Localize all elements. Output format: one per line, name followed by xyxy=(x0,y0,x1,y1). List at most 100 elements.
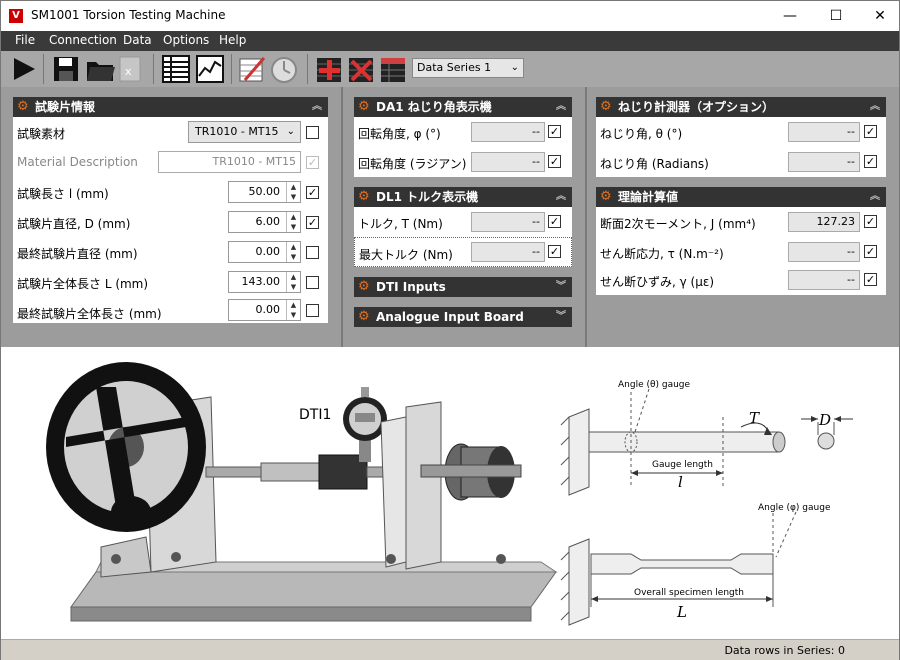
theoretical-values-panel: ⚙ 理論計算値 ︽ 断面2次モーメント, J (mm⁴) 127.23 ✓ せん断応… xyxy=(596,187,886,295)
add-row-icon[interactable] xyxy=(315,54,345,84)
final-diameter-input[interactable]: 0.00 ▲ ▼ xyxy=(228,241,301,263)
final-diameter-row: 最終試験片直径 (mm) 0.00 ▲ ▼ xyxy=(13,237,328,267)
panel-header[interactable]: ⚙ DTI Inputs ︾ xyxy=(354,277,572,297)
open-folder-icon[interactable] xyxy=(85,54,115,84)
table-view-icon[interactable] xyxy=(161,54,191,84)
panel-title: DL1 トルク表示機 xyxy=(376,190,479,204)
toolbar-separator xyxy=(43,54,44,84)
twist-deg-checkbox[interactable]: ✓ xyxy=(864,125,877,138)
shear-stress-checkbox[interactable]: ✓ xyxy=(864,245,877,258)
length-checkbox[interactable]: ✓ xyxy=(306,186,319,199)
data-series-select[interactable]: Data Series 1 ⌄ xyxy=(412,58,524,78)
collapse-chevron-icon[interactable]: ︽ xyxy=(556,97,566,117)
material-checkbox[interactable] xyxy=(306,126,319,139)
menu-file[interactable]: File xyxy=(15,33,35,47)
spinner-arrows-icon[interactable]: ▲ ▼ xyxy=(286,212,300,232)
menu-data[interactable]: Data xyxy=(123,33,152,47)
final-overall-length-row: 最終試験片全体長さ (mm) 0.00 ▲ ▼ xyxy=(13,297,328,323)
panel-header[interactable]: ⚙ Analogue Input Board ︾ xyxy=(354,307,572,327)
torsion-machine-illustration: DTI1 Angle (θ) gauge Gauge length l T D xyxy=(46,362,853,626)
collapse-chevron-icon[interactable]: ︽ xyxy=(870,97,880,117)
angle-theta-gauge-label: Angle (θ) gauge xyxy=(618,380,691,390)
material-select[interactable]: TR1010 - MT15 ⌄ xyxy=(188,121,301,143)
overall-length-label: 試験片全体長さ L (mm) xyxy=(17,277,149,291)
menu-help[interactable]: Help xyxy=(219,33,246,47)
spinner-arrows-icon[interactable]: ▲ ▼ xyxy=(286,182,300,202)
L-symbol: L xyxy=(676,603,687,621)
polar-moment-field: 127.23 xyxy=(788,212,860,232)
gear-icon: ⚙ xyxy=(358,99,370,114)
twist-rad-checkbox[interactable]: ✓ xyxy=(864,155,877,168)
dti-inputs-panel: ⚙ DTI Inputs ︾ xyxy=(354,277,572,297)
polar-moment-checkbox[interactable]: ✓ xyxy=(864,215,877,228)
rotation-deg-checkbox[interactable]: ✓ xyxy=(548,125,561,138)
maximize-button[interactable]: ☐ xyxy=(813,1,859,31)
dl1-panel: ⚙ DL1 トルク表示機 ︽ トルク, T (Nm) -- ✓ 最大トルク (Nm)… xyxy=(354,187,572,267)
panel-title: 理論計算値 xyxy=(618,190,679,204)
material-label: 試験素材 xyxy=(17,127,66,141)
diameter-label: 試験片直径, D (mm) xyxy=(17,217,131,231)
graph-view-icon[interactable] xyxy=(195,54,225,84)
collapse-chevron-icon[interactable]: ︽ xyxy=(556,187,566,207)
panel-header[interactable]: ⚙ 試験片情報 ︽ xyxy=(13,97,328,117)
overall-length-row: 試験片全体長さ L (mm) 143.00 ▲ ▼ xyxy=(13,267,328,297)
machine-diagram-area: DTI1 Angle (θ) gauge Gauge length l T D xyxy=(1,347,899,639)
diameter-input[interactable]: 6.00 ▲ ▼ xyxy=(228,211,301,233)
final-diameter-value: 0.00 xyxy=(255,245,281,258)
overall-length-checkbox[interactable] xyxy=(306,276,319,289)
max-torque-field: -- xyxy=(471,242,545,262)
max-torque-checkbox[interactable]: ✓ xyxy=(548,245,561,258)
minimize-button[interactable]: — xyxy=(767,1,813,31)
rotation-deg-label: 回転角度, φ (°) xyxy=(358,127,441,141)
panel-header[interactable]: ⚙ DA1 ねじり角表示機 ︽ xyxy=(354,97,572,117)
shear-stress-row: せん断応力, τ (N.m⁻²) -- ✓ xyxy=(596,237,886,267)
spinner-arrows-icon[interactable]: ▲ ▼ xyxy=(286,242,300,262)
gear-icon: ⚙ xyxy=(358,279,370,294)
overall-length-value: 143.00 xyxy=(241,275,281,288)
export-excel-icon[interactable]: x xyxy=(115,54,145,84)
l-symbol: l xyxy=(678,473,683,491)
delete-row-icon[interactable] xyxy=(347,54,377,84)
expand-chevron-icon[interactable]: ︾ xyxy=(556,307,566,327)
rotation-deg-field: -- xyxy=(471,122,545,142)
shear-strain-checkbox[interactable]: ✓ xyxy=(864,273,877,286)
panel-header[interactable]: ⚙ DL1 トルク表示機 ︽ xyxy=(354,187,572,207)
diameter-row: 試験片直径, D (mm) 6.00 ▲ ▼ ✓ xyxy=(13,207,328,237)
rotation-rad-row: 回転角度 (ラジアン) -- ✓ xyxy=(354,147,572,177)
torque-checkbox[interactable]: ✓ xyxy=(548,215,561,228)
spinner-arrows-icon[interactable]: ▲ ▼ xyxy=(286,300,300,320)
column-divider xyxy=(585,87,587,347)
clear-table-icon[interactable] xyxy=(379,54,409,84)
title-bar: V SM1001 Torsion Testing Machine — ☐ ✕ xyxy=(1,1,899,31)
close-button[interactable]: ✕ xyxy=(857,1,900,31)
final-overall-length-checkbox[interactable] xyxy=(306,304,319,317)
diameter-checkbox[interactable]: ✓ xyxy=(306,216,319,229)
menu-connection[interactable]: Connection xyxy=(49,33,117,47)
description-field[interactable]: TR1010 - MT15 xyxy=(158,151,301,173)
app-logo-icon: V xyxy=(9,9,23,23)
overall-length-input[interactable]: 143.00 ▲ ▼ xyxy=(228,271,301,293)
final-diameter-checkbox[interactable] xyxy=(306,246,319,259)
save-icon[interactable] xyxy=(51,54,81,84)
final-overall-length-value: 0.00 xyxy=(255,303,281,316)
twist-deg-label: ねじり角, θ (°) xyxy=(600,127,683,141)
panel-header[interactable]: ⚙ ねじり計測器（オプション） ︽ xyxy=(596,97,886,117)
window-title: SM1001 Torsion Testing Machine xyxy=(31,8,226,22)
rotation-rad-checkbox[interactable]: ✓ xyxy=(548,155,561,168)
final-overall-length-input[interactable]: 0.00 ▲ ▼ xyxy=(228,299,301,321)
length-row: 試験長さ l (mm) 50.00 ▲ ▼ ✓ xyxy=(13,177,328,207)
play-icon[interactable] xyxy=(9,54,39,84)
twist-rad-label: ねじり角 (Radians) xyxy=(600,157,709,171)
menu-options[interactable]: Options xyxy=(163,33,209,47)
length-input[interactable]: 50.00 ▲ ▼ xyxy=(228,181,301,203)
collapse-chevron-icon[interactable]: ︽ xyxy=(312,97,322,117)
collapse-chevron-icon[interactable]: ︽ xyxy=(870,187,880,207)
expand-chevron-icon[interactable]: ︾ xyxy=(556,277,566,297)
gear-icon: ⚙ xyxy=(600,189,612,204)
panel-header[interactable]: ⚙ 理論計算値 ︽ xyxy=(596,187,886,207)
twist-rad-row: ねじり角 (Radians) -- ✓ xyxy=(596,147,886,177)
timer-icon[interactable] xyxy=(269,54,299,84)
spinner-arrows-icon[interactable]: ▲ ▼ xyxy=(286,272,300,292)
rotation-deg-row: 回転角度, φ (°) -- ✓ xyxy=(354,117,572,147)
edit-table-icon[interactable] xyxy=(237,54,267,84)
